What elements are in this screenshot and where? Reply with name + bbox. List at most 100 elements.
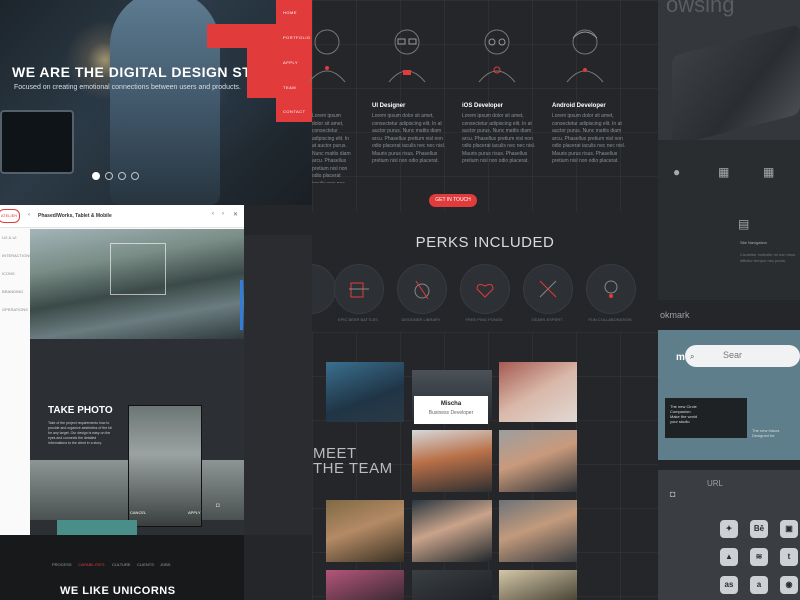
take-photo-description: Take of the project requirements how to … <box>48 421 112 445</box>
sidebar-item[interactable]: ICONS <box>2 271 15 276</box>
team-photo[interactable] <box>499 570 577 600</box>
unicorns-heading: WE LIKE UNICORNS <box>60 585 176 597</box>
behance-icon[interactable]: Bē <box>750 520 768 538</box>
apple-icon: ● <box>673 165 681 179</box>
search-bar[interactable] <box>685 345 800 367</box>
perk-label: EPIC BEER BATTLES <box>338 317 378 322</box>
spacer-panel <box>244 235 312 535</box>
app-header-title: Phased/Works, Tablet & Mobile <box>38 213 112 219</box>
role-title: iOS Developer <box>462 103 504 109</box>
carousel-dot[interactable] <box>92 172 100 180</box>
hero-subtitle: Focused on creating emotional connection… <box>14 84 241 91</box>
team-photo[interactable] <box>326 362 404 422</box>
hero-laptop-image <box>0 110 74 174</box>
perks-section: PERKS INCLUDED EPIC BEER BATTLES DESIGNE… <box>286 212 658 332</box>
spotify-icon[interactable]: ≋ <box>750 548 768 566</box>
team-photo[interactable] <box>326 500 404 562</box>
close-icon[interactable]: ✕ <box>233 211 238 218</box>
nav-item-team[interactable]: TEAM <box>283 85 296 90</box>
about-nav-item[interactable]: JOBS <box>160 562 170 567</box>
sidebar-item[interactable]: OPERATIONS <box>2 307 28 312</box>
search-input[interactable]: Sear <box>723 350 742 360</box>
camera-icon: ◘ <box>670 489 676 499</box>
role-title: Android Developer <box>552 103 606 109</box>
team-photo[interactable] <box>499 362 577 422</box>
service-icon[interactable]: ▣ <box>780 520 798 538</box>
url-label: URL <box>707 479 724 488</box>
role-description: Lorem ipsum dolor sit amet, consectetur … <box>312 113 351 183</box>
perk-label: DESIGNER LIBRARY <box>401 317 441 322</box>
lastfm-icon[interactable]: as <box>720 576 738 594</box>
back-icon[interactable]: ‹ <box>28 212 30 218</box>
team-member-role: Business Developer <box>428 410 474 416</box>
sidebar-item[interactable]: UX & UI <box>2 235 16 240</box>
apply-button[interactable]: APPLY <box>188 510 201 515</box>
amazon-icon[interactable]: a <box>750 576 768 594</box>
team-photo[interactable] <box>499 430 577 492</box>
promo-text: The new Circle Companion. Make the world yo… <box>670 404 698 424</box>
sidebar-item[interactable]: INTERACTIONS <box>2 253 32 258</box>
decorative-photo <box>57 520 137 535</box>
ui-designer-avatar-icon <box>388 29 426 83</box>
site-navigation-label: Site Navigation <box>740 240 767 245</box>
role-description: Lorem ipsum dolor sit amet, consectetur … <box>372 113 446 164</box>
perk-label: FREE PING PONGS <box>465 317 503 322</box>
role-description: Lorem ipsum dolor sit amet, consectetur … <box>552 113 626 164</box>
app-brand[interactable]: ATELIER <box>0 209 20 223</box>
carousel-dot[interactable] <box>118 172 126 180</box>
get-in-touch-button[interactable]: GET IN TOUCH <box>429 194 477 207</box>
cancel-button[interactable]: CANCEL <box>130 510 146 515</box>
windows-icon: ▦ <box>718 165 730 179</box>
team-photo[interactable] <box>326 570 404 600</box>
meet-the-team-title: MEET THE TEAM <box>313 445 393 477</box>
designer-avatar-icon <box>308 29 346 83</box>
twitter-icon[interactable]: t <box>780 548 798 566</box>
crop-frame[interactable] <box>110 243 166 295</box>
team-photo[interactable] <box>412 500 492 562</box>
nav-item-home[interactable]: HOME <box>283 10 297 15</box>
bookmark-heading: okmark <box>660 310 690 320</box>
gears-icon <box>523 264 573 314</box>
take-photo-title: TAKE PHOTO <box>48 405 113 416</box>
nav-item-contact[interactable]: CONTACT <box>283 109 306 114</box>
phone-preview <box>128 405 202 527</box>
role-title: UI Designer <box>372 103 406 109</box>
camera-icon[interactable]: ◘ <box>216 503 220 509</box>
perk-label: GEARS EXPERT <box>531 317 563 322</box>
carousel-dots[interactable] <box>92 172 139 180</box>
store-icon: m <box>676 352 685 363</box>
role-description: Lorem ipsum dolor sit amet, consectetur … <box>462 113 536 164</box>
team-photo[interactable] <box>412 570 492 600</box>
about-nav-item-active[interactable]: CAPABILITIES <box>78 562 105 567</box>
nav-decor-block <box>207 24 276 48</box>
previous-icon[interactable]: ‹ <box>212 211 214 217</box>
placeholder-text: Curabitur molestie mi non risus efficitu… <box>740 252 796 263</box>
about-nav-item[interactable]: CULTURE <box>112 562 131 567</box>
app-header <box>0 205 244 228</box>
team-member-card: Mischa Business Developer <box>414 396 488 424</box>
search-icon: ⌕ <box>690 352 695 361</box>
carousel-dot[interactable] <box>105 172 113 180</box>
windows-icon: ▦ <box>763 165 775 179</box>
perk-label: FUN COLLABORATION <box>588 317 632 322</box>
roles-section: Lorem ipsum dolor sit amet, consectetur … <box>308 0 658 212</box>
sidebar-item[interactable]: BRANDING <box>2 289 23 294</box>
collaboration-icon <box>586 264 636 314</box>
scrollbar[interactable] <box>240 280 243 330</box>
next-icon[interactable]: › <box>222 211 224 217</box>
carousel-dot[interactable] <box>131 172 139 180</box>
nav-item-apply[interactable]: APPLY <box>283 60 298 65</box>
library-icon <box>397 264 447 314</box>
team-photo[interactable] <box>499 500 577 562</box>
about-nav-item[interactable]: PROCESS <box>52 562 72 567</box>
service-icon[interactable]: ▲ <box>720 548 738 566</box>
service-icon[interactable]: ✦ <box>720 520 738 538</box>
team-member-name: Mischa <box>440 401 462 407</box>
service-icon[interactable]: ◉ <box>780 576 798 594</box>
promo-text: The new Intuos Designed for <box>752 428 780 438</box>
ping-pong-icon <box>460 264 510 314</box>
team-photo[interactable] <box>412 430 492 492</box>
layout-icon: ▤ <box>738 217 750 231</box>
about-nav-item[interactable]: CLIENTS <box>137 562 154 567</box>
android-developer-avatar-icon <box>566 29 604 83</box>
